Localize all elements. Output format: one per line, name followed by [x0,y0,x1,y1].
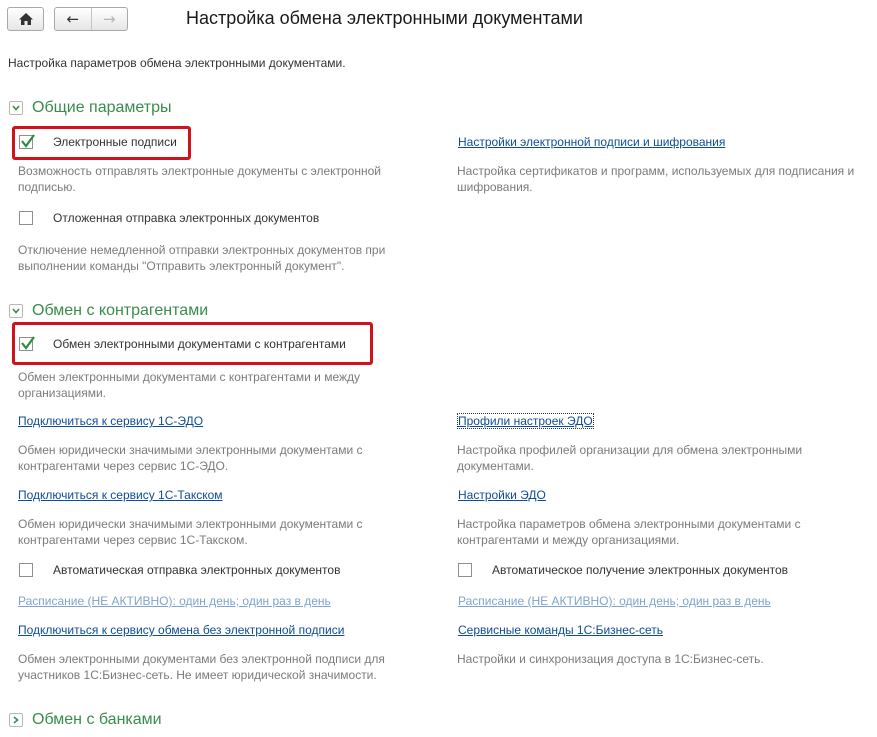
deferred-checkbox[interactable] [19,211,33,225]
esign-settings-link[interactable]: Настройки электронной подписи и шифрован… [458,135,725,149]
service-commands-description: Настройки и синхронизация доступа в 1С:Б… [457,652,764,666]
arrow-right-icon: → [102,9,116,28]
auto-receive-checkbox-row[interactable]: Автоматическое получение электронных док… [458,563,788,577]
section-general-header[interactable]: Общие параметры [9,99,172,117]
exchange-checkbox[interactable] [19,336,35,351]
back-button[interactable]: ← [55,8,91,30]
home-icon [18,13,33,25]
deferred-checkbox-label: Отложенная отправка электронных документ… [53,211,320,225]
esign-checkbox-row[interactable]: Электронные подписи [19,134,177,149]
auto-receive-checkbox[interactable] [458,563,472,577]
auto-send-checkbox-row[interactable]: Автоматическая отправка электронных доку… [19,563,340,577]
home-button[interactable] [7,7,44,31]
auto-send-checkbox-label: Автоматическая отправка электронных доку… [53,563,341,577]
send-schedule-link[interactable]: Расписание (НЕ АКТИВНО): один день; один… [18,594,331,608]
navigation-buttons: ← → [54,7,128,31]
exchange-description: Обмен электронными документами с контраг… [18,370,361,400]
edo-description: Обмен юридически значимыми электронными … [18,443,363,473]
section-counterparties-header[interactable]: Обмен с контрагентами [9,302,208,320]
deferred-description: Отключение немедленной отправки электрон… [18,243,386,273]
check-mark-icon [21,134,35,148]
taxcom-connect-link[interactable]: Подключиться к сервису 1С-Такском [18,488,223,502]
edo-settings-description: Настройка параметров обмена электронными… [457,517,801,547]
auto-send-checkbox[interactable] [19,563,33,577]
section-counterparties-title: Обмен с контрагентами [32,302,209,319]
chevron-right-icon[interactable] [9,713,23,727]
exchange-checkbox-label: Обмен электронными документами с контраг… [53,337,346,351]
chevron-down-icon[interactable] [9,304,23,318]
page-title: Настройка обмена электронными документам… [186,8,583,28]
section-general-title: Общие параметры [32,99,172,116]
edo-profiles-description: Настройка профилей организации для обмен… [457,443,803,473]
no-sign-connect-link[interactable]: Подключиться к сервису обмена без электр… [18,623,344,637]
esign-checkbox[interactable] [19,134,35,149]
check-mark-icon [21,336,35,350]
section-banks-header[interactable]: Обмен с банками [9,711,162,729]
arrow-left-icon: ← [66,9,80,28]
section-banks-title: Обмен с банками [32,711,162,728]
esign-settings-description: Настройка сертификатов и программ, испол… [457,164,855,194]
no-sign-description: Обмен электронными документами без элект… [18,652,385,682]
receive-schedule-link[interactable]: Расписание (НЕ АКТИВНО): один день; один… [458,594,771,608]
chevron-down-icon[interactable] [9,101,23,115]
esign-checkbox-label: Электронные подписи [53,135,177,149]
exchange-checkbox-row[interactable]: Обмен электронными документами с контраг… [19,336,346,351]
edo-profiles-link[interactable]: Профили настроек ЭДО [457,413,594,429]
page-subtitle: Настройка параметров обмена электронными… [8,56,346,70]
forward-button[interactable]: → [90,8,128,30]
deferred-checkbox-row[interactable]: Отложенная отправка электронных документ… [19,211,319,225]
edo-connect-link[interactable]: Подключиться к сервису 1С-ЭДО [18,414,203,428]
taxcom-description: Обмен юридически значимыми электронными … [18,517,363,547]
service-commands-link[interactable]: Сервисные команды 1С:Бизнес-сеть [458,623,663,637]
auto-receive-checkbox-label: Автоматическое получение электронных док… [492,563,789,577]
edo-settings-link[interactable]: Настройки ЭДО [458,488,546,502]
esign-description: Возможность отправлять электронные докум… [18,164,381,194]
